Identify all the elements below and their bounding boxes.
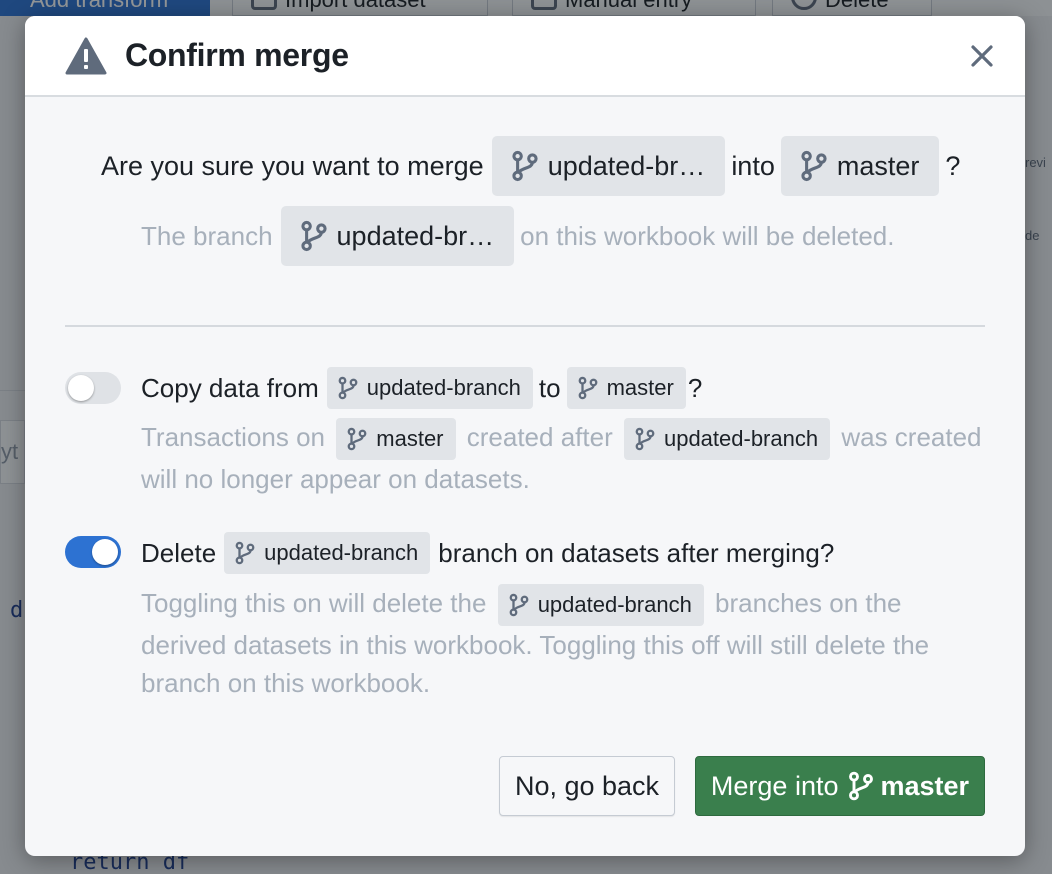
source-branch-tag: updated-br… [491, 136, 726, 196]
delete-branch-label: Delete updated-branch branch on datasets… [141, 532, 834, 574]
confirm-merge-dialog: Confirm merge Are you sure you want to m… [25, 16, 1025, 856]
copy-data-description: Transactions on master created after upd… [141, 418, 991, 498]
subtext-suffix: on this workbook will be deleted. [520, 220, 895, 251]
deleted-branch-name: updated-br… [336, 220, 495, 251]
delete-branch-name: updated-branch [264, 540, 419, 565]
copy-data-label-suffix: ? [687, 372, 703, 403]
dialog-title: Confirm merge [125, 37, 349, 73]
copy-source-branch-name: updated-branch [366, 375, 521, 400]
copy-desc-branch1-name: master [376, 426, 444, 452]
question-prefix: Are you sure you want to merge [101, 150, 484, 181]
git-branch-icon [235, 541, 255, 565]
toggle-knob [92, 539, 118, 565]
delete-label-suffix: branch on datasets after merging? [438, 537, 835, 568]
toggle-knob [68, 375, 94, 401]
merge-into-master-button[interactable]: Merge into master [695, 756, 985, 816]
question-middle: into [731, 150, 775, 181]
close-icon[interactable] [967, 41, 997, 71]
target-branch-name: master [836, 150, 920, 181]
merge-question: Are you sure you want to merge updated-b… [101, 136, 966, 196]
git-branch-icon [347, 427, 367, 451]
copy-data-label: Copy data from updated-branch to master … [141, 367, 702, 409]
merge-button-label: Merge into [710, 770, 839, 801]
copy-desc-mid: created after [466, 422, 613, 452]
merge-button-branch: master [880, 770, 970, 801]
git-branch-icon [338, 376, 358, 400]
copy-data-toggle[interactable] [65, 372, 121, 404]
git-branch-icon [512, 150, 538, 182]
copy-desc-branch2-name: updated-branch [663, 426, 819, 452]
copy-data-label-prefix: Copy data from [141, 372, 319, 403]
copy-source-branch-tag: updated-branch [326, 367, 533, 409]
merge-subtext: The branch updated-br… on this workbook … [141, 206, 894, 266]
copy-desc-prefix: Transactions on [141, 422, 326, 452]
target-branch-tag: master [780, 136, 940, 196]
copy-data-label-mid: to [538, 372, 561, 403]
delete-label-prefix: Delete [141, 537, 217, 568]
git-branch-icon [801, 150, 827, 182]
delete-desc-prefix: Toggling this on will delete the [141, 588, 487, 618]
delete-desc-branch-tag: updated-branch [497, 584, 704, 627]
deleted-branch-tag: updated-br… [280, 206, 515, 266]
subtext-prefix: The branch [141, 220, 273, 251]
copy-target-branch-tag: master [566, 367, 686, 409]
git-branch-icon [578, 376, 597, 400]
source-branch-name: updated-br… [547, 150, 706, 181]
question-suffix: ? [945, 150, 961, 181]
git-branch-icon [300, 220, 327, 252]
git-branch-icon [848, 771, 873, 801]
copy-desc-branch2-tag: updated-branch [623, 418, 831, 461]
warning-icon [65, 37, 107, 74]
delete-branch-tag: updated-branch [224, 532, 431, 574]
section-divider [65, 325, 985, 327]
delete-branch-description: Toggling this on will delete the updated… [141, 584, 991, 702]
git-branch-icon [509, 593, 529, 617]
git-branch-icon [635, 427, 655, 451]
copy-target-branch-name: master [606, 375, 674, 400]
delete-desc-branch-name: updated-branch [537, 592, 692, 618]
no-go-back-button[interactable]: No, go back [499, 756, 675, 816]
copy-desc-branch-tag: master [336, 418, 456, 461]
delete-branch-toggle[interactable] [65, 536, 121, 568]
dialog-header: Confirm merge [25, 16, 1025, 97]
